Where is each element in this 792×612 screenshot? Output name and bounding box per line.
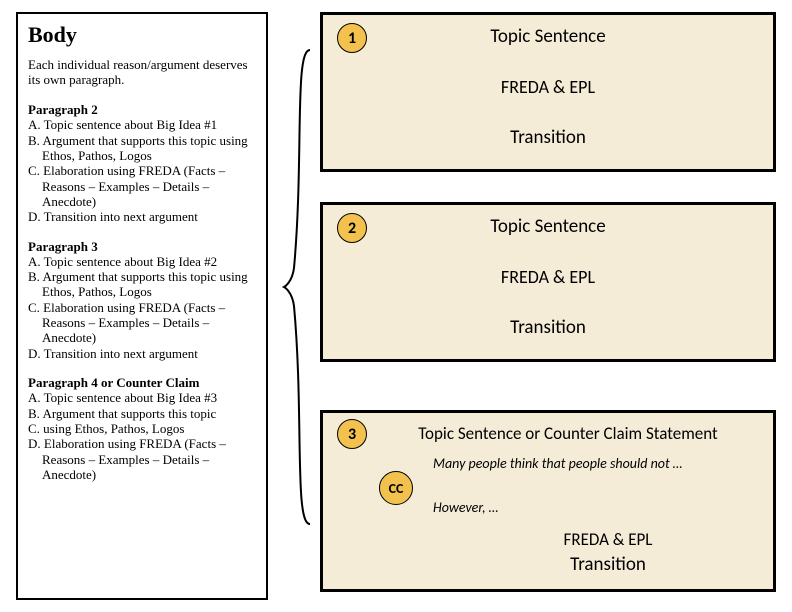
card3-title: Topic Sentence or Counter Claim Statemen… <box>373 423 763 444</box>
badge-3: 3 <box>337 419 367 449</box>
card3-example1: Many people think that people should not… <box>433 455 682 472</box>
paragraph-item: A. Topic sentence about Big Idea #1 <box>28 117 256 132</box>
paragraph-item: C. Elaboration using FREDA (Facts – Reas… <box>28 163 256 209</box>
paragraph-item: C. Elaboration using FREDA (Facts – Reas… <box>28 300 256 346</box>
brace-icon <box>282 48 312 526</box>
paragraph-item: D. Transition into next argument <box>28 209 256 224</box>
cards-area: 1 Topic Sentence FREDA & EPL Transition … <box>320 12 776 600</box>
paragraph-heading: Paragraph 3 <box>28 239 256 254</box>
card-2: 2 Topic Sentence FREDA & EPL Transition <box>320 202 776 362</box>
paragraph-item: B. Argument that supports this topic usi… <box>28 269 256 300</box>
card1-topic: Topic Sentence <box>323 25 773 48</box>
paragraph-item: A. Topic sentence about Big Idea #3 <box>28 390 256 405</box>
card1-transition: Transition <box>323 126 773 149</box>
card-3: 3 Topic Sentence or Counter Claim Statem… <box>320 410 776 592</box>
card-1: 1 Topic Sentence FREDA & EPL Transition <box>320 12 776 172</box>
card3-transition: Transition <box>323 553 773 576</box>
card3-freda: FREDA & EPL <box>323 529 773 550</box>
paragraph-item: B. Argument that supports this topic usi… <box>28 133 256 164</box>
paragraph-4-block: Paragraph 4 or Counter Claim A. Topic se… <box>28 375 256 482</box>
paragraph-item: B. Argument that supports this topic <box>28 406 256 421</box>
body-title: Body <box>28 22 256 48</box>
card1-freda: FREDA & EPL <box>323 76 773 98</box>
paragraph-heading: Paragraph 4 or Counter Claim <box>28 375 256 390</box>
body-intro: Each individual reason/argument deserves… <box>28 58 256 88</box>
badge-2: 2 <box>337 213 367 243</box>
paragraph-item: D. Elaboration using FREDA (Facts – Reas… <box>28 436 256 482</box>
body-panel: Body Each individual reason/argument des… <box>16 12 268 600</box>
card2-transition: Transition <box>323 316 773 339</box>
paragraph-2-block: Paragraph 2 A. Topic sentence about Big … <box>28 102 256 225</box>
paragraph-3-block: Paragraph 3 A. Topic sentence about Big … <box>28 239 256 362</box>
card3-example2: However, … <box>433 499 498 516</box>
card2-freda: FREDA & EPL <box>323 266 773 288</box>
badge-cc: CC <box>379 471 413 505</box>
paragraph-item: C. using Ethos, Pathos, Logos <box>28 421 256 436</box>
paragraph-heading: Paragraph 2 <box>28 102 256 117</box>
badge-1: 1 <box>337 23 367 53</box>
paragraph-item: D. Transition into next argument <box>28 346 256 361</box>
paragraph-item: A. Topic sentence about Big Idea #2 <box>28 254 256 269</box>
card2-topic: Topic Sentence <box>323 215 773 238</box>
